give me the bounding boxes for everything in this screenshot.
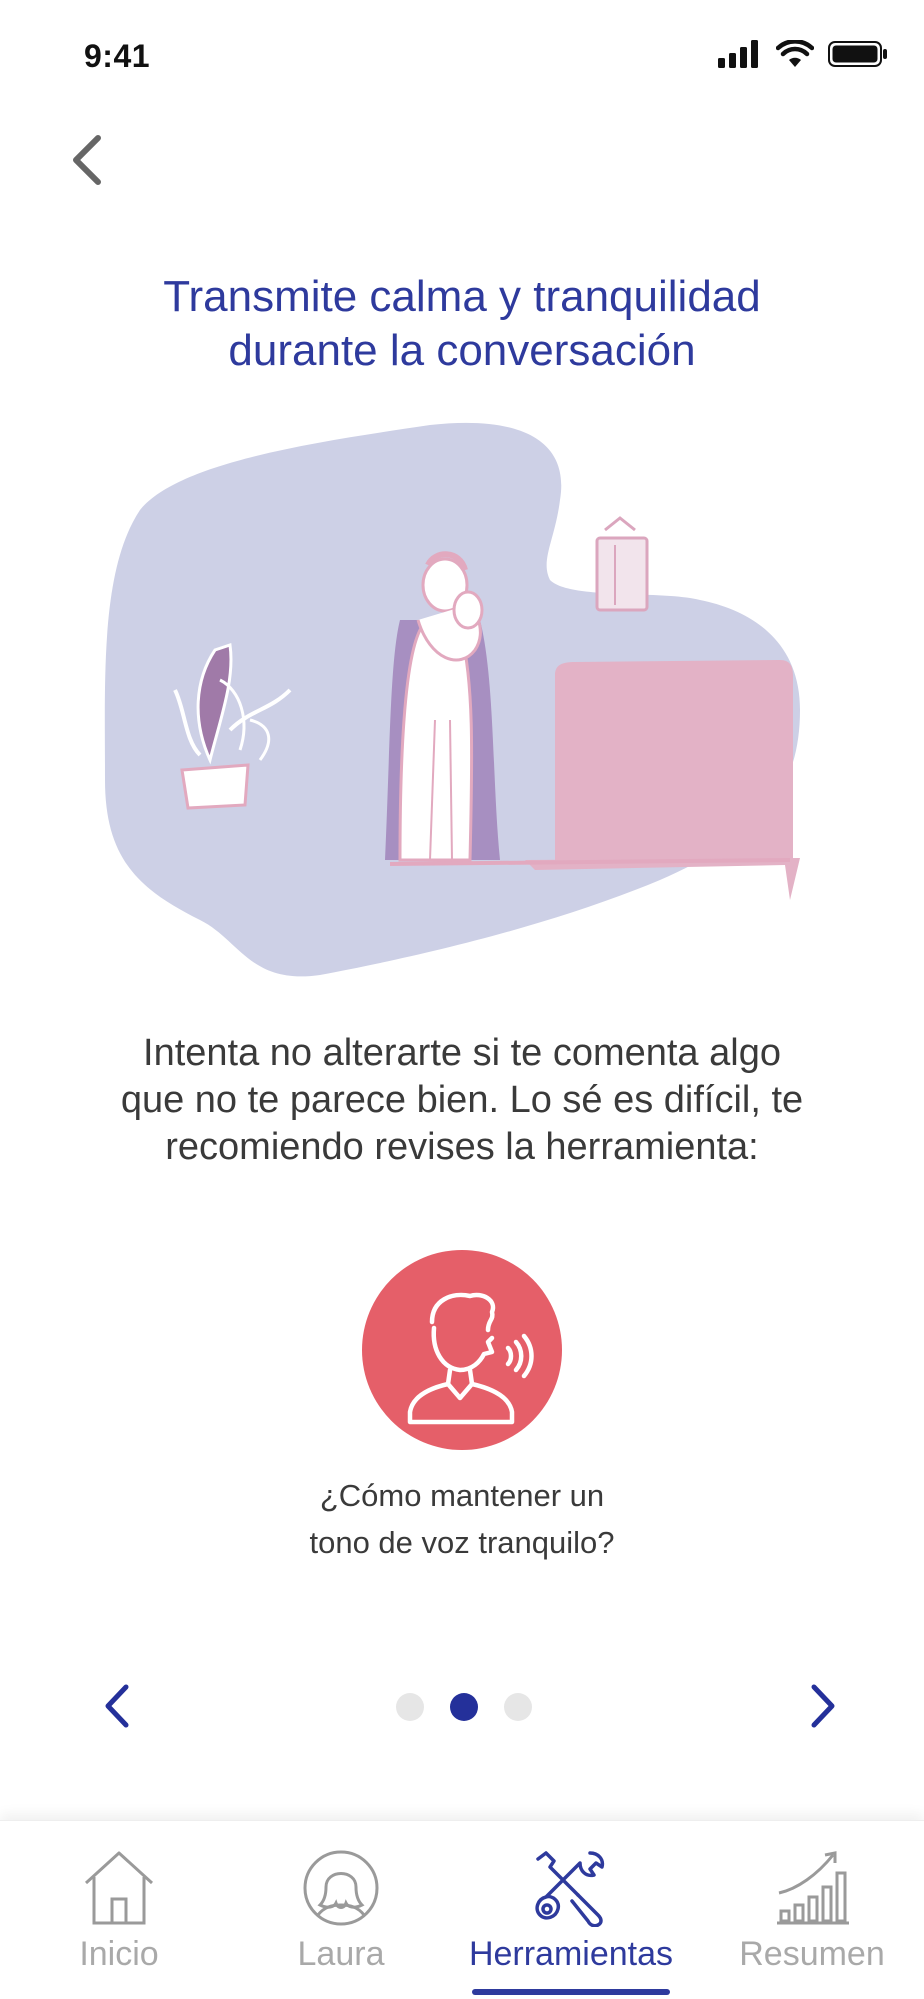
page-dot-2[interactable] xyxy=(450,1693,478,1721)
status-bar: 9:41 xyxy=(0,0,924,120)
tab-label: Laura xyxy=(297,1935,385,1973)
tab-bar: Inicio Laura Herramientas Resumen xyxy=(0,1820,924,1999)
tab-label: Resumen xyxy=(739,1935,885,1973)
tab-herramientas[interactable]: Herramientas xyxy=(452,1821,690,1999)
body-text: Intenta no alterarte si te comenta algo … xyxy=(50,1030,874,1171)
tool-label: ¿Cómo mantener un tono de voz tranquilo? xyxy=(262,1472,662,1566)
wall-frame xyxy=(595,516,649,612)
active-tab-indicator xyxy=(472,1989,670,1995)
tab-laura[interactable]: Laura xyxy=(242,1821,440,1999)
page-dots xyxy=(396,1693,532,1721)
home-icon xyxy=(84,1851,154,1925)
page-dot-3[interactable] xyxy=(504,1693,532,1721)
body-text-line1: Intenta no alterarte si te comenta algo xyxy=(143,1032,781,1074)
voice-tone-tool-button[interactable]: ¿Cómo mantener un tono de voz tranquilo? xyxy=(262,1250,662,1566)
page-title-line1: Transmite calma y tranquilidad xyxy=(163,272,761,321)
body-text-line3: recomiendo revises la herramienta: xyxy=(165,1126,759,1168)
tab-label: Inicio xyxy=(79,1935,159,1973)
body-text-line2: que no te parece bien. Lo sé es difícil,… xyxy=(120,1079,804,1121)
status-time: 9:41 xyxy=(84,38,151,74)
chart-growth-icon xyxy=(777,1851,849,1925)
person-avatar-icon xyxy=(303,1850,379,1926)
pager xyxy=(0,1665,924,1745)
page-dot-1[interactable] xyxy=(396,1693,424,1721)
tab-resumen[interactable]: Resumen xyxy=(712,1821,912,1999)
page-title: Transmite calma y tranquilidad durante l… xyxy=(60,270,864,378)
hug-illustration xyxy=(100,420,824,980)
next-page-button[interactable] xyxy=(800,1681,844,1731)
tools-icon xyxy=(535,1851,605,1927)
tool-label-line2: tono de voz tranquilo? xyxy=(309,1525,615,1560)
chevron-left-icon xyxy=(73,135,101,185)
chevron-right-icon xyxy=(811,1684,835,1728)
back-button[interactable] xyxy=(62,130,112,190)
tab-label: Herramientas xyxy=(468,1935,674,1973)
battery-icon xyxy=(828,41,887,67)
chevron-left-icon xyxy=(105,1684,129,1728)
previous-page-button[interactable] xyxy=(96,1681,140,1731)
signal-icon xyxy=(718,40,758,68)
tool-icon-circle xyxy=(362,1250,562,1450)
tab-inicio[interactable]: Inicio xyxy=(20,1821,218,1999)
status-icons xyxy=(718,40,888,68)
wifi-icon xyxy=(776,40,814,67)
speaking-person-icon xyxy=(407,1292,534,1425)
tool-label-line1: ¿Cómo mantener un xyxy=(319,1478,605,1513)
page-title-line2: durante la conversación xyxy=(228,326,696,375)
